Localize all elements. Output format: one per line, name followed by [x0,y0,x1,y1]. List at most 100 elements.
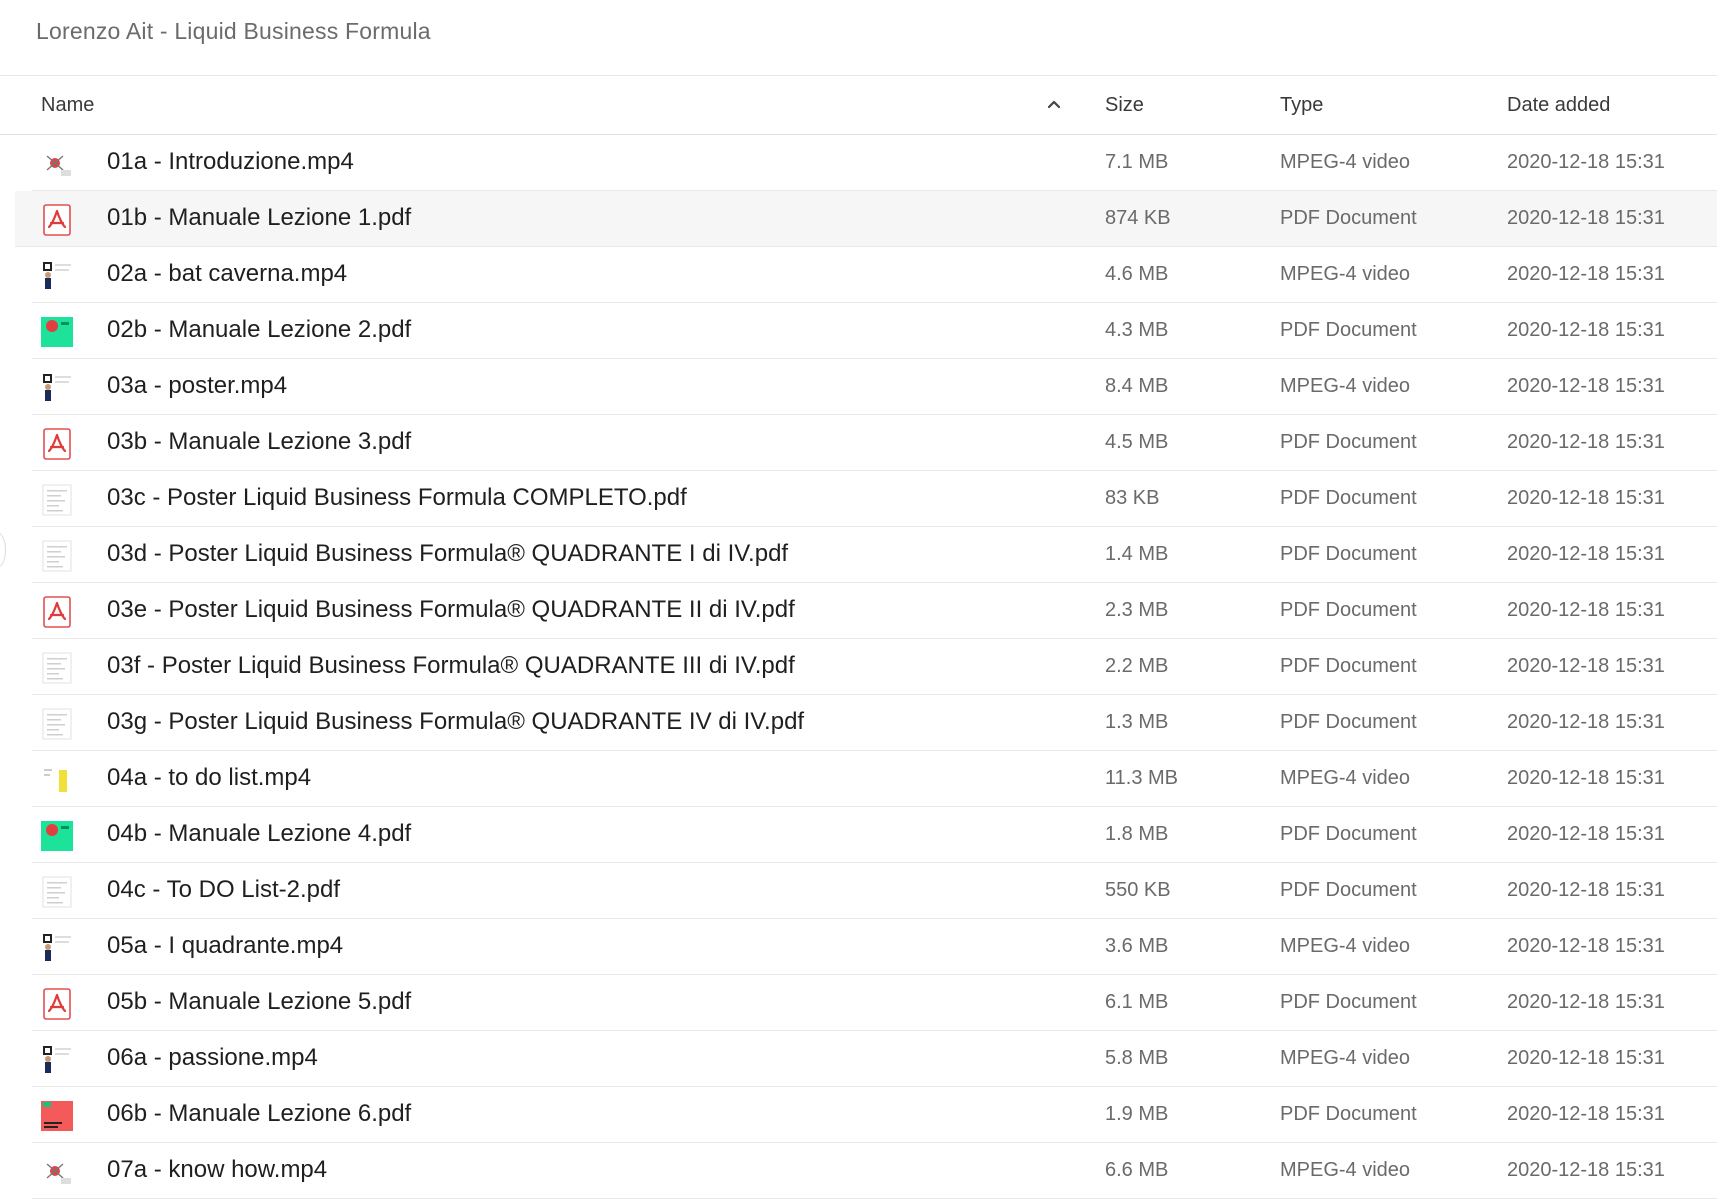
file-size: 4.3 MB [1105,319,1169,341]
file-row[interactable]: 03g - Poster Liquid Business Formula® QU… [32,695,1717,751]
file-name: 01b - Manuale Lezione 1.pdf [107,204,412,231]
file-size: 1.9 MB [1105,1103,1169,1125]
doc-thumb-green-icon [41,316,73,348]
file-type: MPEG-4 video [1280,375,1411,397]
file-size: 4.5 MB [1105,431,1169,453]
doc-thumb-sheet-icon [41,876,73,908]
file-size: 2.3 MB [1105,599,1169,621]
file-list: 01a - Introduzione.mp4 7.1 MB MPEG-4 video… [0,135,1717,1199]
file-row[interactable]: 04a - to do list.mp4 11.3 MB MPEG-4 video 2… [32,751,1717,807]
file-row[interactable]: 03a - poster.mp4 8.4 MB MPEG-4 video 2020-1… [32,359,1717,415]
column-type-header[interactable]: Type [1280,94,1323,117]
file-type: MPEG-4 video [1280,935,1411,957]
file-size: 1.8 MB [1105,823,1169,845]
file-name: 03b - Manuale Lezione 3.pdf [107,428,412,455]
pdf-icon [41,204,73,236]
video-thumb-red-icon [41,148,73,180]
doc-thumb-sheet-icon [41,484,73,516]
file-name: 07a - know how.mp4 [107,1156,328,1183]
file-date: 2020-12-18 15:31 [1507,991,1665,1013]
file-size: 83 KB [1105,487,1160,509]
file-name: 03e - Poster Liquid Business Formula® QU… [107,596,795,623]
file-size: 11.3 MB [1105,767,1178,789]
file-name: 03g - Poster Liquid Business Formula® QU… [107,708,805,735]
doc-thumb-green-icon [41,820,73,852]
file-type: PDF Document [1280,543,1417,565]
file-date: 2020-12-18 15:31 [1507,431,1665,453]
file-name: 03d - Poster Liquid Business Formula® QU… [107,540,789,567]
file-type: PDF Document [1280,991,1417,1013]
file-row[interactable]: 02a - bat caverna.mp4 4.6 MB MPEG-4 video 2… [32,247,1717,303]
file-date: 2020-12-18 15:31 [1507,879,1665,901]
file-name: 02a - bat caverna.mp4 [107,260,348,287]
video-thumb-yellow-icon [41,764,73,796]
file-row[interactable]: 03f - Poster Liquid Business Formula® QU… [32,639,1717,695]
pdf-icon [41,428,73,460]
file-row[interactable]: 04b - Manuale Lezione 4.pdf 1.8 MB PDF Doc… [32,807,1717,863]
file-date: 2020-12-18 15:31 [1507,151,1665,173]
file-type: PDF Document [1280,207,1417,229]
file-size: 3.6 MB [1105,935,1169,957]
file-type: PDF Document [1280,487,1417,509]
video-thumb-person-icon [41,372,73,404]
column-name-header[interactable]: Name [41,94,94,117]
file-size: 550 KB [1105,879,1171,901]
file-date: 2020-12-18 15:31 [1507,1159,1665,1181]
file-size: 1.4 MB [1105,543,1169,565]
pdf-icon [41,596,73,628]
file-row[interactable]: 04c - To DO List-2.pdf 550 KB PDF Document… [32,863,1717,919]
file-row[interactable]: 05b - Manuale Lezione 5.pdf 6.1 MB PDF Doc… [32,975,1717,1031]
file-type: PDF Document [1280,431,1417,453]
file-date: 2020-12-18 15:31 [1507,767,1665,789]
file-date: 2020-12-18 15:31 [1507,263,1665,285]
file-row[interactable]: 06b - Manuale Lezione 6.pdf 1.9 MB PDF Doc… [32,1087,1717,1143]
file-date: 2020-12-18 15:31 [1507,935,1665,957]
doc-thumb-sheet-icon [41,708,73,740]
file-row[interactable]: 01b - Manuale Lezione 1.pdf 874 KB PDF Doc… [15,191,1717,247]
file-name: 04b - Manuale Lezione 4.pdf [107,820,412,847]
file-name: 02b - Manuale Lezione 2.pdf [107,316,412,343]
file-row[interactable]: 05a - I quadrante.mp4 3.6 MB MPEG-4 video 2… [32,919,1717,975]
file-size: 6.6 MB [1105,1159,1169,1181]
file-name: 06a - passione.mp4 [107,1044,318,1071]
file-type: PDF Document [1280,319,1417,341]
column-size-header[interactable]: Size [1105,94,1144,117]
file-row[interactable]: 07a - know how.mp4 6.6 MB MPEG-4 video 2020… [32,1143,1717,1199]
file-row[interactable]: 03e - Poster Liquid Business Formula® QU… [32,583,1717,639]
file-name: 04c - To DO List-2.pdf [107,876,340,903]
file-type: PDF Document [1280,655,1417,677]
file-size: 874 KB [1105,207,1171,229]
column-date-header[interactable]: Date added [1507,94,1610,117]
window-title: Lorenzo Ait - Liquid Business Formula [36,18,431,44]
file-name: 01a - Introduzione.mp4 [107,148,354,175]
column-header: Name Size Type Date added [0,76,1717,135]
video-thumb-red-icon [41,1156,73,1188]
file-name: 03c - Poster Liquid Business Formula COM… [107,484,687,511]
file-name: 03f - Poster Liquid Business Formula® QU… [107,652,795,679]
file-row[interactable]: 03d - Poster Liquid Business Formula® QU… [32,527,1717,583]
file-row[interactable]: 01a - Introduzione.mp4 7.1 MB MPEG-4 video… [32,135,1717,191]
file-name: 05a - I quadrante.mp4 [107,932,344,959]
file-date: 2020-12-18 15:31 [1507,543,1665,565]
file-name: 03a - poster.mp4 [107,372,288,399]
file-type: MPEG-4 video [1280,767,1411,789]
file-date: 2020-12-18 15:31 [1507,487,1665,509]
file-size: 6.1 MB [1105,991,1169,1013]
file-size: 1.3 MB [1105,711,1169,733]
pdf-icon [41,988,73,1020]
file-date: 2020-12-18 15:31 [1507,711,1665,733]
file-size: 7.1 MB [1105,151,1169,173]
video-thumb-person-icon [41,932,73,964]
file-row[interactable]: 06a - passione.mp4 5.8 MB MPEG-4 video 2020… [32,1031,1717,1087]
file-date: 2020-12-18 15:31 [1507,207,1665,229]
file-row[interactable]: 02b - Manuale Lezione 2.pdf 4.3 MB PDF Doc… [32,303,1717,359]
chevron-up-icon[interactable] [1046,96,1062,112]
doc-thumb-sheet-icon [41,540,73,572]
file-size: 8.4 MB [1105,375,1169,397]
video-thumb-person-icon [41,260,73,292]
file-row[interactable]: 03b - Manuale Lezione 3.pdf 4.5 MB PDF Doc… [32,415,1717,471]
doc-thumb-red-icon [41,1100,73,1132]
file-row[interactable]: 03c - Poster Liquid Business Formula COM… [32,471,1717,527]
file-date: 2020-12-18 15:31 [1507,375,1665,397]
video-thumb-person-icon [41,1044,73,1076]
